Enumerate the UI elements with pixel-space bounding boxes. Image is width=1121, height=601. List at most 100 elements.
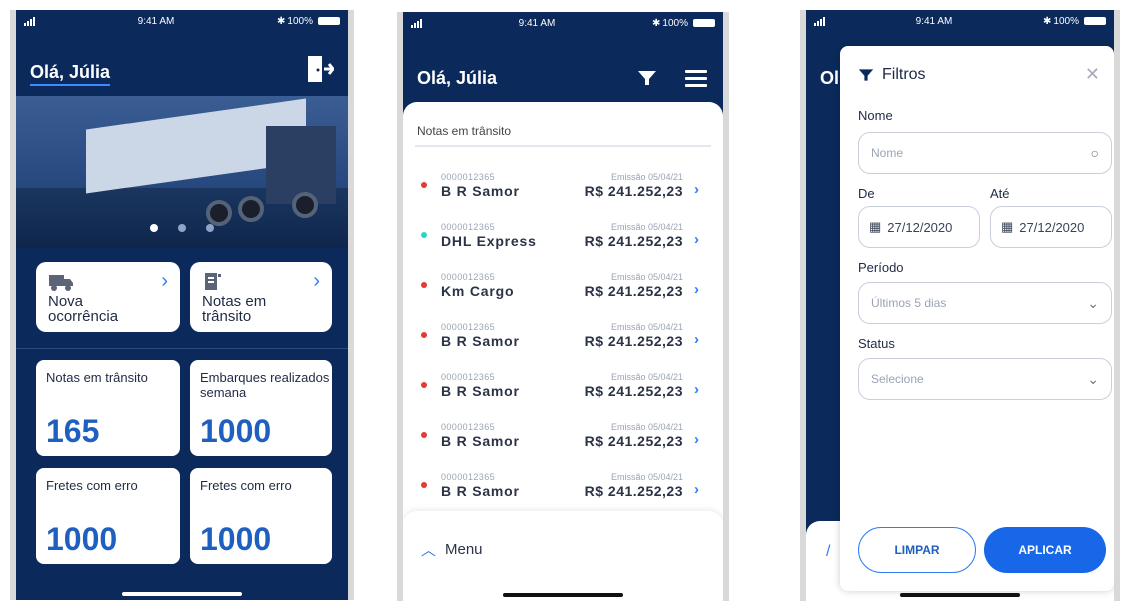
from-date-value: 27/12/2020 xyxy=(887,219,953,235)
note-code: 0000012365 xyxy=(441,172,496,182)
bluetooth-icon: ✱ xyxy=(1043,15,1052,27)
note-code: 0000012365 xyxy=(441,472,496,482)
list-item[interactable]: 0000012365 B R Samor Emissão 05/04/21 R$ 24… xyxy=(403,358,723,408)
status-bar: 9:41 AM ✱ 100% xyxy=(403,12,723,34)
greeting-title: Olá, Júlia xyxy=(417,68,498,88)
stat-value: 1000 xyxy=(200,521,272,557)
stat-card[interactable]: Fretes com erro 1000 xyxy=(190,468,332,564)
list-item[interactable]: 0000012365 B R Samor Emissão 05/04/21 R$ 24… xyxy=(403,458,723,508)
status-dot xyxy=(421,282,427,288)
from-date-input[interactable]: ▦ 27/12/2020 xyxy=(858,206,980,248)
calendar-icon: ▦ xyxy=(869,219,882,234)
emission-date: Emissão 05/04/21 xyxy=(610,222,683,232)
name-search-input[interactable]: Nome ○ xyxy=(858,132,1112,174)
section-title: Notas em trânsito xyxy=(417,124,512,138)
period-select[interactable]: Últimos 5 dias ⌄ xyxy=(858,282,1112,324)
home-screen: 9:41 AM ✱ 100% Olá, Júlia › Nova ocorrênc… xyxy=(10,10,354,600)
carousel-dots xyxy=(16,224,348,232)
stat-value: 165 xyxy=(46,413,100,449)
carrier-name: B R Samor xyxy=(441,483,520,499)
stat-card[interactable]: Embarques realizados semana 1000 xyxy=(190,360,332,456)
stat-title: Fretes com erro xyxy=(46,478,138,493)
modal-header: Filtros xyxy=(858,66,926,84)
stat-title: Notas em trânsito xyxy=(46,370,148,385)
hamburger-menu-icon[interactable] xyxy=(685,70,707,87)
status-dot xyxy=(421,482,427,488)
note-code: 0000012365 xyxy=(441,222,496,232)
home-indicator xyxy=(122,592,242,596)
menu-label: Menu xyxy=(445,541,483,558)
stat-card[interactable]: Notas em trânsito 165 xyxy=(36,360,180,456)
apply-button[interactable]: APLICAR xyxy=(984,527,1106,573)
filters-screen: 9:41 AM ✱ 100% Ol / Filtros ✕ Nome Nome ○… xyxy=(800,10,1120,601)
emission-date: Emissão 05/04/21 xyxy=(610,172,683,182)
filter-icon[interactable] xyxy=(637,70,657,86)
clear-button[interactable]: LIMPAR xyxy=(858,527,976,573)
period-label: Período xyxy=(858,260,904,275)
modal-title: Filtros xyxy=(882,66,926,83)
bluetooth-icon: ✱ xyxy=(652,17,661,29)
list-item[interactable]: 0000012365 B R Samor Emissão 05/04/21 R$ 24… xyxy=(403,308,723,358)
note-value: R$ 241.252,23 xyxy=(584,483,683,499)
greeting-title: Olá, Júlia xyxy=(30,62,111,86)
bottom-menu-sheet[interactable]: ︿ Menu xyxy=(403,511,723,601)
list-item[interactable]: 0000012365 B R Samor Emissão 05/04/21 R$ 24… xyxy=(403,408,723,458)
chevron-up-icon: ︿ xyxy=(421,542,437,559)
status-placeholder: Selecione xyxy=(871,372,924,386)
name-label: Nome xyxy=(858,108,893,123)
document-icon xyxy=(205,273,221,290)
note-code: 0000012365 xyxy=(441,372,496,382)
close-icon[interactable]: ✕ xyxy=(1085,64,1100,85)
note-value: R$ 241.252,23 xyxy=(584,383,683,399)
divider xyxy=(16,348,348,349)
note-value: R$ 241.252,23 xyxy=(584,283,683,299)
greeting-title: Ol xyxy=(820,68,840,88)
carousel-dot[interactable] xyxy=(150,224,158,232)
status-label: Status xyxy=(858,336,895,351)
name-placeholder: Nome xyxy=(871,146,904,160)
note-value: R$ 241.252,23 xyxy=(584,333,683,349)
stat-card[interactable]: Fretes com erro 1000 xyxy=(36,468,180,564)
battery-icon xyxy=(1083,17,1106,25)
tile-label: Nova ocorrência xyxy=(48,293,119,325)
chevron-right-icon: › xyxy=(694,231,699,248)
status-time: 9:41 AM xyxy=(137,15,175,27)
stat-value: 1000 xyxy=(46,521,118,557)
carrier-name: B R Samor xyxy=(441,333,520,349)
stat-title: Fretes com erro xyxy=(200,478,292,493)
to-date-input[interactable]: ▦ 27/12/2020 xyxy=(990,206,1112,248)
status-dot xyxy=(421,332,427,338)
emission-date: Emissão 05/04/21 xyxy=(610,422,683,432)
logout-icon[interactable] xyxy=(306,54,334,84)
tile-new-occurrence[interactable]: › Nova ocorrência xyxy=(36,262,180,332)
carousel-dot[interactable] xyxy=(178,224,186,232)
chevron-right-icon: › xyxy=(694,381,699,398)
battery-text: 100% xyxy=(287,15,313,27)
from-label: De xyxy=(858,186,875,201)
carrier-name: B R Samor xyxy=(441,433,520,449)
carrier-name: DHL Express xyxy=(441,233,537,249)
emission-date: Emissão 05/04/21 xyxy=(610,272,683,282)
signal-icon xyxy=(411,18,422,28)
chevron-right-icon: › xyxy=(694,481,699,498)
status-dot xyxy=(421,182,427,188)
bluetooth-icon: ✱ xyxy=(277,15,286,27)
note-code: 0000012365 xyxy=(441,272,496,282)
list-item[interactable]: 0000012365 DHL Express Emissão 05/04/21 R$ … xyxy=(403,208,723,258)
carousel-dot[interactable] xyxy=(206,224,214,232)
divider xyxy=(415,145,711,147)
status-dot xyxy=(421,232,427,238)
to-label: Até xyxy=(990,186,1010,201)
tile-notes-in-transit[interactable]: › Notas em trânsito xyxy=(190,262,332,332)
chevron-right-icon: › xyxy=(694,181,699,198)
carrier-name: B R Samor xyxy=(441,383,520,399)
filters-modal: Filtros ✕ Nome Nome ○ De Até ▦ 27/12/202… xyxy=(840,46,1114,591)
emission-date: Emissão 05/04/21 xyxy=(610,472,683,482)
note-code: 0000012365 xyxy=(441,322,496,332)
list-item[interactable]: 0000012365 Km Cargo Emissão 05/04/21 R$ 241… xyxy=(403,258,723,308)
chevron-right-icon: › xyxy=(161,270,168,292)
list-item[interactable]: 0000012365 B R Samor Emissão 05/04/21 R$ 24… xyxy=(403,158,723,208)
status-select[interactable]: Selecione ⌄ xyxy=(858,358,1112,400)
status-time: 9:41 AM xyxy=(915,15,953,27)
status-dot xyxy=(421,382,427,388)
